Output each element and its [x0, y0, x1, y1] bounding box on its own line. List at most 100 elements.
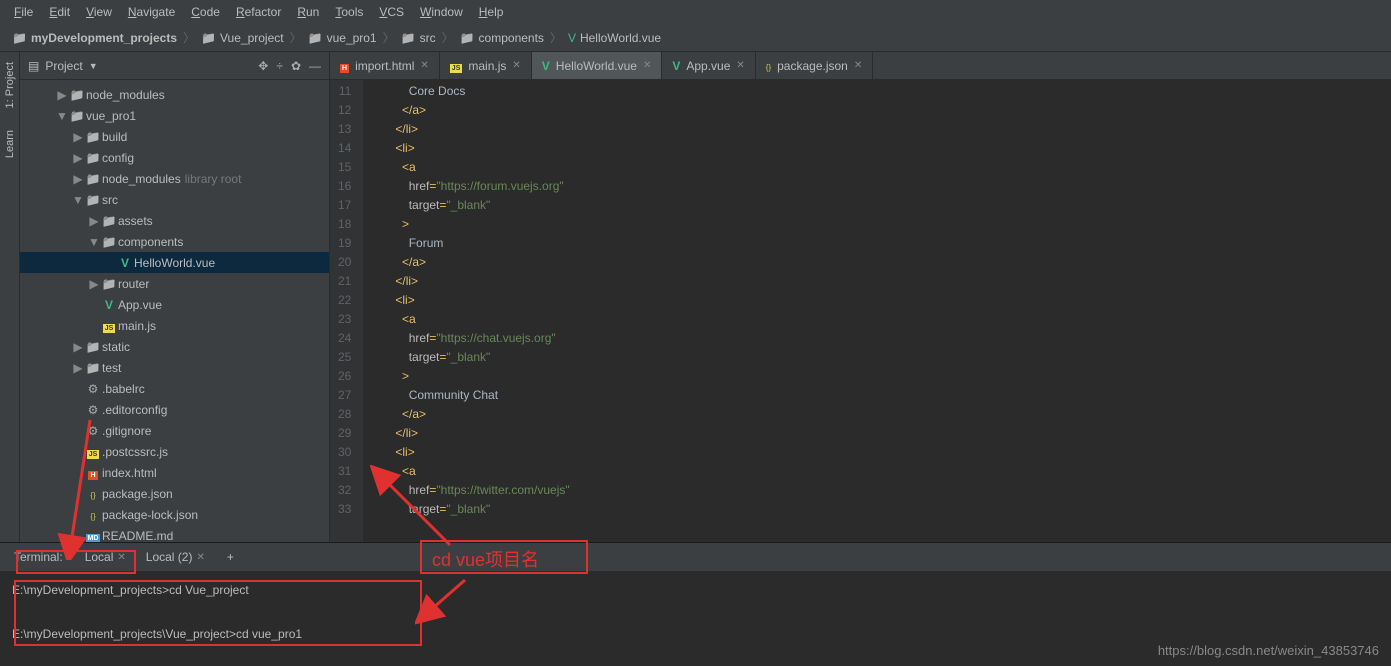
tree-row[interactable]: ▼components — [20, 231, 329, 252]
code-line[interactable]: </li> — [363, 272, 1391, 291]
close-icon[interactable]: ✕ — [854, 60, 862, 71]
menu-run[interactable]: Run — [289, 5, 327, 19]
tree-row[interactable]: JS.postcssrc.js — [20, 441, 329, 462]
terminal-tab[interactable]: Local✕ — [75, 546, 136, 568]
code-line[interactable]: </li> — [363, 120, 1391, 139]
code-line[interactable]: href="https://forum.vuejs.org" — [363, 177, 1391, 196]
editor-tab[interactable]: Himport.html✕ — [330, 52, 440, 79]
breadcrumb-item[interactable]: src — [397, 31, 440, 45]
tree-arrow-icon[interactable]: ▶ — [56, 88, 68, 102]
tree-row[interactable]: VApp.vue — [20, 294, 329, 315]
tree-arrow-icon[interactable]: ▶ — [72, 340, 84, 354]
code-line[interactable]: </a> — [363, 253, 1391, 272]
code-line[interactable]: href="https://twitter.com/vuejs" — [363, 481, 1391, 500]
code-line[interactable]: <li> — [363, 443, 1391, 462]
gear-icon[interactable]: ✿ — [291, 59, 301, 73]
code-line[interactable]: > — [363, 367, 1391, 386]
tree-row[interactable]: {}package.json — [20, 483, 329, 504]
code-line[interactable]: Core Docs — [363, 82, 1391, 101]
menu-navigate[interactable]: Navigate — [120, 5, 183, 19]
breadcrumb-item[interactable]: vue_pro1 — [304, 31, 381, 45]
code-line[interactable]: <a — [363, 158, 1391, 177]
tree-row[interactable]: ⚙.editorconfig — [20, 399, 329, 420]
code-line[interactable]: <a — [363, 310, 1391, 329]
menu-refactor[interactable]: Refactor — [228, 5, 289, 19]
close-icon[interactable]: ✕ — [512, 60, 520, 71]
menu-code[interactable]: Code — [183, 5, 228, 19]
menu-file[interactable]: File — [6, 5, 41, 19]
code-line[interactable]: </a> — [363, 101, 1391, 120]
breadcrumb-item[interactable]: components — [456, 31, 548, 45]
tree-row[interactable]: JSmain.js — [20, 315, 329, 336]
editor-tab[interactable]: VHelloWorld.vue✕ — [532, 52, 663, 79]
editor-tab[interactable]: VApp.vue✕ — [662, 52, 755, 79]
tree-arrow-icon[interactable]: ▶ — [72, 361, 84, 375]
tree-row[interactable]: {}package-lock.json — [20, 504, 329, 525]
side-tab-project[interactable]: 1: Project — [2, 56, 18, 114]
code-line[interactable]: > — [363, 215, 1391, 234]
code-content[interactable]: Core Docs </a> </li> <li> <a href="https… — [363, 80, 1391, 542]
close-icon[interactable]: ✕ — [196, 552, 204, 563]
tree-row[interactable]: ▶config — [20, 147, 329, 168]
terminal-tab[interactable]: Local (2)✕ — [136, 546, 215, 568]
tree-arrow-icon[interactable]: ▶ — [88, 277, 100, 291]
tree-arrow-icon[interactable]: ▶ — [72, 172, 84, 186]
tree-row[interactable]: MDREADME.md — [20, 525, 329, 542]
code-line[interactable]: </a> — [363, 405, 1391, 424]
tree-arrow-icon[interactable]: ▶ — [72, 151, 84, 165]
menu-vcs[interactable]: VCS — [371, 5, 412, 19]
hide-icon[interactable]: — — [309, 59, 321, 73]
collapse-icon[interactable]: ÷ — [276, 59, 283, 73]
code-line[interactable]: Forum — [363, 234, 1391, 253]
project-tree[interactable]: ▶node_modules▼vue_pro1▶build▶config▶node… — [20, 80, 329, 542]
code-line[interactable]: target="_blank" — [363, 348, 1391, 367]
tree-row[interactable]: ▶build — [20, 126, 329, 147]
editor-tab[interactable]: JSmain.js✕ — [440, 52, 532, 79]
breadcrumb-item[interactable]: Vue_project — [197, 31, 288, 45]
tree-row[interactable]: ▶test — [20, 357, 329, 378]
vue-icon: V — [542, 59, 550, 73]
tree-row[interactable]: VHelloWorld.vue — [20, 252, 329, 273]
menu-help[interactable]: Help — [471, 5, 512, 19]
menu-window[interactable]: Window — [412, 5, 471, 19]
terminal-body[interactable]: E:\myDevelopment_projects>cd Vue_project… — [0, 571, 1391, 653]
code-editor[interactable]: 1112131415161718192021222324252627282930… — [330, 80, 1391, 542]
tree-row[interactable]: Hindex.html — [20, 462, 329, 483]
breadcrumb-item[interactable]: VHelloWorld.vue — [564, 31, 665, 45]
close-icon[interactable]: ✕ — [736, 60, 744, 71]
close-icon[interactable]: ✕ — [420, 60, 428, 71]
code-line[interactable]: </li> — [363, 424, 1391, 443]
add-terminal-button[interactable]: + — [217, 546, 244, 568]
close-icon[interactable]: ✕ — [643, 60, 651, 71]
code-line[interactable]: <li> — [363, 291, 1391, 310]
tree-arrow-icon[interactable]: ▼ — [72, 193, 84, 207]
code-line[interactable]: <li> — [363, 139, 1391, 158]
tree-row[interactable]: ▶node_moduleslibrary root — [20, 168, 329, 189]
code-line[interactable]: target="_blank" — [363, 500, 1391, 519]
tree-arrow-icon[interactable]: ▶ — [88, 214, 100, 228]
tree-row[interactable]: ▶node_modules — [20, 84, 329, 105]
tree-arrow-icon[interactable]: ▼ — [88, 235, 100, 249]
code-line[interactable]: target="_blank" — [363, 196, 1391, 215]
close-icon[interactable]: ✕ — [117, 552, 125, 563]
code-line[interactable]: href="https://chat.vuejs.org" — [363, 329, 1391, 348]
tree-row[interactable]: ▼src — [20, 189, 329, 210]
locate-icon[interactable]: ✥ — [258, 59, 268, 73]
menu-tools[interactable]: Tools — [327, 5, 371, 19]
tree-row[interactable]: ▼vue_pro1 — [20, 105, 329, 126]
menu-edit[interactable]: Edit — [41, 5, 78, 19]
tree-row[interactable]: ⚙.gitignore — [20, 420, 329, 441]
tree-row[interactable]: ⚙.babelrc — [20, 378, 329, 399]
tree-row[interactable]: ▶assets — [20, 210, 329, 231]
project-panel-title[interactable]: ▤ Project ▼ — [28, 59, 98, 73]
code-line[interactable]: Community Chat — [363, 386, 1391, 405]
tree-row[interactable]: ▶static — [20, 336, 329, 357]
tree-row[interactable]: ▶router — [20, 273, 329, 294]
editor-tab[interactable]: {}package.json✕ — [756, 52, 873, 79]
side-tab-learn[interactable]: Learn — [2, 124, 18, 164]
breadcrumb-item[interactable]: myDevelopment_projects — [8, 31, 181, 45]
tree-arrow-icon[interactable]: ▶ — [72, 130, 84, 144]
tree-arrow-icon[interactable]: ▼ — [56, 109, 68, 123]
code-line[interactable]: <a — [363, 462, 1391, 481]
menu-view[interactable]: View — [78, 5, 120, 19]
